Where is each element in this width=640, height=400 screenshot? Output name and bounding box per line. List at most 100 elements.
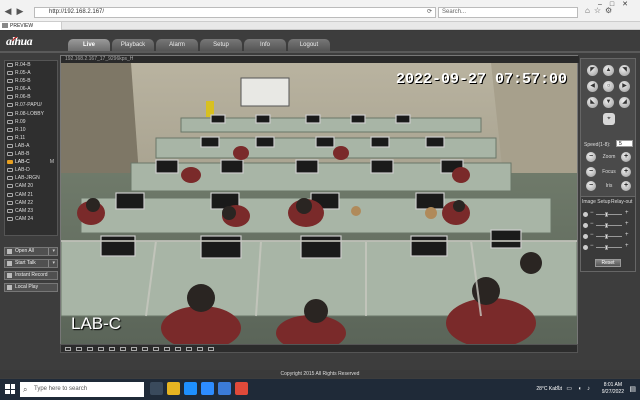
iris-open-button[interactable]: + (621, 181, 631, 191)
channel-item[interactable]: CAM 22 (5, 199, 57, 207)
home-icon[interactable]: ⌂ (585, 6, 594, 15)
browser-tab[interactable]: PREVIEW (0, 22, 62, 30)
slider-knob[interactable] (605, 234, 609, 239)
close-icon[interactable]: ✕ (622, 1, 636, 8)
ptz-home-button[interactable]: ○ (603, 81, 614, 92)
ptz-up-right-button[interactable]: ◥ (619, 65, 630, 76)
forward-icon[interactable]: ▶ (15, 6, 25, 16)
slider-knob[interactable] (605, 223, 609, 228)
prev-icon[interactable] (175, 347, 181, 351)
iris-close-button[interactable]: − (586, 181, 596, 191)
image-slider[interactable]: − + (583, 232, 635, 240)
ptz-down-left-button[interactable]: ◣ (587, 97, 598, 108)
internet-explorer-icon[interactable] (218, 382, 231, 395)
layout-9-icon[interactable] (87, 347, 93, 351)
channel-item[interactable]: R.07-PAPU/ (5, 101, 57, 109)
ptz-up-left-button[interactable]: ◤ (587, 65, 598, 76)
increase-icon[interactable]: + (625, 243, 629, 249)
channel-item[interactable]: R.06-A (5, 85, 57, 93)
channel-item[interactable]: R.05-A (5, 69, 57, 77)
channel-item[interactable]: R.08-LOBBY (5, 110, 57, 118)
channel-item[interactable]: LAB-B (5, 150, 57, 158)
close-video-icon[interactable] (164, 347, 170, 351)
open-all-button[interactable]: Open All ▾ (4, 247, 58, 256)
camera-feed[interactable]: 2022-09-27 07:57:00 LAB-C (61, 63, 577, 350)
layout-16-icon[interactable] (98, 347, 104, 351)
audio-icon[interactable] (153, 347, 159, 351)
ptz-left-button[interactable]: ◀ (587, 81, 598, 92)
task-view-icon[interactable] (150, 382, 163, 395)
zoom-in-button[interactable]: + (621, 152, 631, 162)
decrease-icon[interactable]: − (590, 232, 594, 238)
reset-button[interactable]: Reset (595, 259, 621, 267)
maximize-icon[interactable]: □ (610, 1, 622, 8)
slider-track[interactable] (596, 236, 622, 237)
slider-knob[interactable] (605, 245, 609, 250)
tab-alarm[interactable]: Alarm (156, 39, 198, 51)
stop-icon[interactable] (197, 347, 203, 351)
increase-icon[interactable]: + (625, 232, 629, 238)
tab-live[interactable]: Live (68, 39, 110, 51)
chevron-down-icon[interactable]: ▾ (52, 260, 55, 267)
ptz-down-right-button[interactable]: ◢ (619, 97, 630, 108)
channel-item[interactable]: R.05-B (5, 77, 57, 85)
channel-item[interactable]: R.09 (5, 118, 57, 126)
slider-track[interactable] (596, 225, 622, 226)
fullscreen-icon[interactable] (109, 347, 115, 351)
increase-icon[interactable]: + (625, 221, 629, 227)
start-talk-button[interactable]: Start Talk ▾ (4, 259, 58, 268)
image-slider[interactable]: − + (583, 243, 635, 251)
tab-logout[interactable]: Logout (288, 39, 330, 51)
ptz-3d-position-icon[interactable]: ⌖ (603, 113, 615, 125)
ptz-down-button[interactable]: ▼ (603, 97, 614, 108)
settings-icon[interactable] (208, 347, 214, 351)
tab-info[interactable]: Info (244, 39, 286, 51)
taskbar-search-input[interactable]: ⌕ Type here to search (20, 382, 144, 397)
snapshot-icon[interactable] (120, 347, 126, 351)
zoom-out-button[interactable]: − (586, 152, 596, 162)
channel-item[interactable]: R.06-B (5, 93, 57, 101)
minimize-icon[interactable]: – (598, 1, 610, 8)
zoom-icon[interactable] (142, 347, 148, 351)
slider-knob[interactable] (605, 212, 609, 217)
channel-item[interactable]: LAB-A (5, 142, 57, 150)
focus-far-button[interactable]: + (621, 167, 631, 177)
focus-near-button[interactable]: − (586, 167, 596, 177)
chevron-down-icon[interactable]: ▾ (52, 248, 55, 255)
channel-item[interactable]: R.04-B (5, 61, 57, 69)
notification-icon[interactable]: ▤ (629, 385, 636, 393)
speed-select[interactable]: 5 (616, 140, 633, 147)
clock[interactable]: 8:01 AM 9/27/2022 (602, 382, 624, 396)
tray-icons[interactable]: ⌃ ▭ ◖ ♪ (556, 385, 592, 392)
ptz-right-button[interactable]: ▶ (619, 81, 630, 92)
channel-item[interactable]: R.11 (5, 134, 57, 142)
tab-relay-out[interactable]: Relay-out (611, 199, 632, 205)
ptz-up-button[interactable]: ▲ (603, 65, 614, 76)
channel-item[interactable]: LAB-JRGN (5, 174, 57, 182)
layout-1-icon[interactable] (65, 347, 71, 351)
slider-track[interactable] (596, 247, 622, 248)
tab-playback[interactable]: Playback (112, 39, 154, 51)
refresh-icon[interactable]: ⟳ (427, 8, 432, 17)
instant-record-button[interactable]: Instant Record (4, 271, 58, 280)
decrease-icon[interactable]: − (590, 243, 594, 249)
file-explorer-icon[interactable] (167, 382, 180, 395)
tab-setup[interactable]: Setup (200, 39, 242, 51)
decrease-icon[interactable]: − (590, 210, 594, 216)
channel-item[interactable]: LAB-C M (5, 158, 57, 166)
tab-image-setup[interactable]: Image Setup (582, 199, 610, 205)
slider-track[interactable] (596, 214, 622, 215)
video-window[interactable]: 192.168.2.167_17_9296kps_H 2022-09-27 07… (60, 55, 579, 351)
image-slider[interactable]: − + (583, 221, 635, 229)
next-icon[interactable] (186, 347, 192, 351)
channel-item[interactable]: R.10 (5, 126, 57, 134)
chrome-icon[interactable] (235, 382, 248, 395)
record-icon[interactable] (131, 347, 137, 351)
channel-item[interactable]: CAM 24 (5, 215, 57, 223)
back-icon[interactable]: ◀ (3, 6, 13, 16)
zoom-app-icon[interactable] (201, 382, 214, 395)
channel-item[interactable]: LAB-D (5, 166, 57, 174)
channel-item[interactable]: CAM 23 (5, 207, 57, 215)
layout-4-icon[interactable] (76, 347, 82, 351)
channel-item[interactable]: CAM 20 (5, 182, 57, 190)
